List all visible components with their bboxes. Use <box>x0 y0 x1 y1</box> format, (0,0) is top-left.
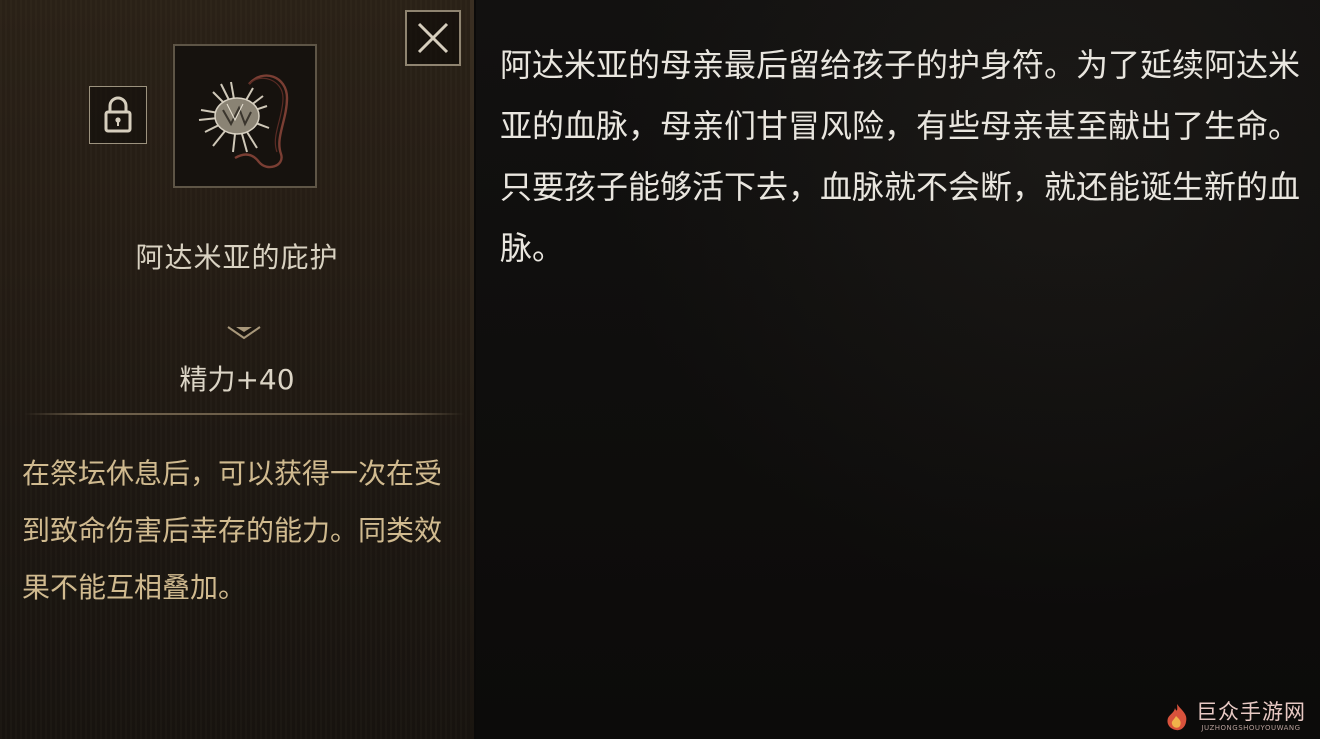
item-stat: 精力+40 <box>179 363 295 396</box>
watermark-subtitle: JUZHONGSHOUYOUWANG <box>1201 724 1301 732</box>
lore-panel: 阿达米亚的母亲最后留给孩子的护身符。为了延续阿达米亚的血脉，母亲们甘冒风险，有些… <box>476 0 1320 739</box>
ornament-divider <box>24 326 464 340</box>
item-name: 阿达米亚的庇护 <box>135 241 339 274</box>
item-info-panel: 阿达米亚的庇护 精力+40 在祭坛休息后，可以获得一次在受到致命伤害后幸存的能力… <box>0 0 474 739</box>
item-detail-screen: 阿达米亚的庇护 精力+40 在祭坛休息后，可以获得一次在受到致命伤害后幸存的能力… <box>0 0 1320 739</box>
close-button[interactable] <box>405 10 461 66</box>
flame-logo-icon <box>1167 703 1187 730</box>
watermark-text: 巨众手游网 JUZHONGSHOUYOUWANG <box>1196 700 1306 733</box>
lore-text: 阿达米亚的母亲最后留给孩子的护身符。为了延续阿达米亚的血脉，母亲们甘冒风险，有些… <box>500 46 1301 267</box>
close-icon <box>417 22 449 54</box>
watermark-name: 巨众手游网 <box>1196 700 1306 724</box>
section-divider <box>24 413 464 415</box>
amulet-icon <box>198 74 289 169</box>
item-effect-text: 在祭坛休息后，可以获得一次在受到致命伤害后幸存的能力。同类效果不能互相叠加。 <box>22 457 443 604</box>
lock-icon <box>104 96 132 133</box>
lock-toggle-button[interactable] <box>89 86 147 144</box>
site-watermark: 巨众手游网 JUZHONGSHOUYOUWANG <box>1164 700 1306 733</box>
item-icon-frame <box>173 44 317 188</box>
